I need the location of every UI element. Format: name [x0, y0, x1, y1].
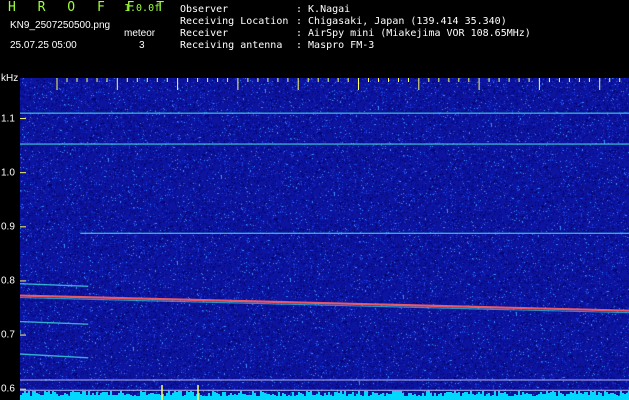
- frequency-tick-label: 0.6: [1, 383, 15, 395]
- frequency-unit-label: kHz: [1, 73, 19, 84]
- frequency-tick-label: 0.9: [1, 221, 15, 233]
- datetime-label: 25.07.25 05:00: [10, 40, 77, 51]
- filename-label: KN9_2507250500.png: [10, 20, 111, 31]
- spectrogram-plot: [20, 78, 629, 400]
- frequency-tick-label: 1.0: [1, 167, 15, 179]
- version-label: 1.0.0f: [124, 3, 161, 14]
- antenna-key: Receiving antenna: [180, 40, 283, 51]
- frequency-tick-label: 0.7: [1, 329, 15, 341]
- meteor-count: 3: [139, 40, 145, 51]
- meteor-label: meteor: [124, 28, 156, 39]
- frequency-tick-label: 0.8: [1, 275, 15, 287]
- frequency-tick-label: 1.1: [1, 113, 15, 125]
- antenna-value: : Maspro FM-3: [296, 40, 375, 51]
